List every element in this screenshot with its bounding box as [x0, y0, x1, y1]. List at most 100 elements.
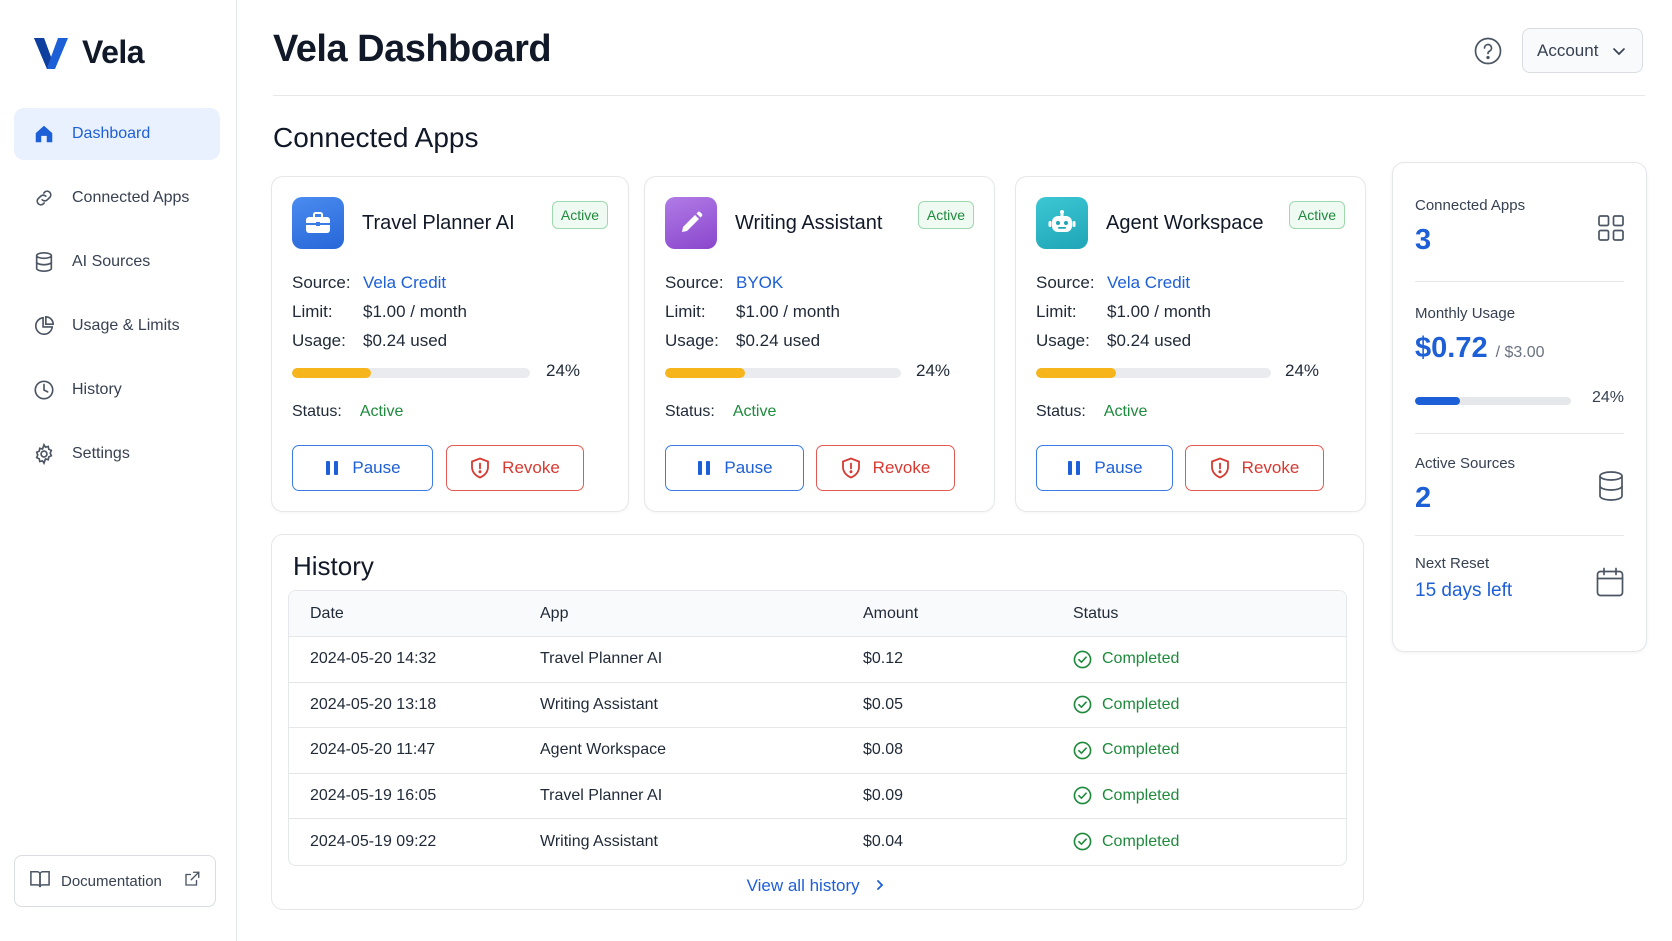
revoke-label: Revoke [502, 458, 560, 477]
cell-amount: $0.08 [863, 741, 904, 759]
usage-percent: 24% [1285, 361, 1320, 380]
sidebar-item-label: History [72, 381, 122, 398]
account-dropdown[interactable]: Account [1522, 28, 1643, 73]
account-label: Account [1537, 40, 1599, 60]
sidebar-item-history[interactable]: History [14, 364, 220, 416]
revoke-button[interactable]: Revoke [816, 445, 955, 491]
sidebar-item-connected-apps[interactable]: Connected Apps [14, 172, 220, 224]
summary-label: Monthly Usage [1415, 305, 1516, 322]
status-value: Active [359, 403, 404, 420]
app-card: Travel Planner AI Active Source: Vela Cre… [271, 176, 629, 512]
table-row[interactable]: 2024-05-20 13:18 Writing Assistant $0.05 Co… [289, 683, 1346, 728]
source-link[interactable]: BYOK [736, 273, 783, 293]
summary-divider [1415, 281, 1624, 282]
check-circle-icon [1073, 741, 1092, 760]
chevron-down-icon [1612, 41, 1626, 61]
help-icon[interactable] [1474, 37, 1502, 65]
view-all-label: View all history [746, 876, 860, 895]
sidebar-item-label: Connected Apps [72, 189, 190, 206]
cell-amount: $0.12 [863, 650, 904, 668]
usage-percent: 24% [546, 361, 581, 380]
column-header-date: Date [310, 604, 344, 622]
usage-progress-fill [665, 368, 746, 378]
status-label: Status: [1036, 403, 1086, 420]
status-badge: Active [1288, 201, 1345, 229]
page-title: Vela Dashboard [273, 28, 552, 70]
sidebar-item-usage-limits[interactable]: Usage & Limits [14, 300, 220, 352]
sidebar-item-settings[interactable]: Settings [14, 428, 220, 480]
usage-value: $0.24 used [1107, 330, 1192, 350]
pause-label: Pause [1094, 458, 1143, 477]
cell-date: 2024-05-20 11:47 [310, 741, 436, 759]
summary-divider [1415, 535, 1624, 536]
status-completed: Completed [1102, 741, 1180, 759]
monthly-usage-cap: / $3.00 [1495, 344, 1545, 361]
clock-icon [32, 378, 56, 402]
sidebar: Vela Dashboard Connected Apps AI Sources… [0, 0, 237, 941]
briefcase-icon [292, 197, 344, 249]
pause-label: Pause [724, 458, 773, 477]
sidebar-item-ai-sources[interactable]: AI Sources [14, 236, 220, 288]
app-name: Agent Workspace [1106, 211, 1264, 234]
summary-value: 3 [1415, 224, 1432, 256]
database-icon [1598, 471, 1624, 506]
table-row[interactable]: 2024-05-20 14:32 Travel Planner AI $0.12 Co… [289, 637, 1346, 683]
cell-date: 2024-05-19 09:22 [310, 832, 437, 850]
limit-value: $1.00 / month [736, 301, 840, 321]
summary-next-reset: Next Reset 15 days left [1415, 555, 1624, 602]
gear-icon [32, 442, 56, 466]
sidebar-item-dashboard[interactable]: Dashboard [14, 108, 220, 160]
brand-name: Vela [82, 34, 145, 70]
column-header-amount: Amount [863, 604, 919, 622]
table-row[interactable]: 2024-05-19 09:22 Writing Assistant $0.04 Co… [289, 819, 1346, 865]
usage-progress-fill [1036, 368, 1116, 378]
summary-connected-apps: Connected Apps 3 [1415, 197, 1624, 257]
status-badge: Active [551, 201, 608, 229]
source-label: Source: [665, 272, 724, 292]
cell-amount: $0.04 [863, 832, 904, 850]
status-label: Status: [292, 403, 342, 420]
view-all-history-link[interactable]: View all history [272, 876, 1363, 896]
table-row[interactable]: 2024-05-19 16:05 Travel Planner AI $0.09 Co… [289, 774, 1346, 819]
usage-label: Usage: [665, 330, 719, 350]
app-card: Agent Workspace Active Source: Vela Credi… [1015, 176, 1366, 512]
source-link[interactable]: Vela Credit [363, 273, 446, 293]
pause-label: Pause [352, 458, 401, 477]
table-row[interactable]: 2024-05-20 11:47 Agent Workspace $0.08 Comp… [289, 728, 1346, 774]
cell-date: 2024-05-19 16:05 [310, 786, 437, 804]
cell-amount: $0.05 [863, 695, 904, 713]
summary-value: 15 days left [1415, 580, 1513, 601]
limit-value: $1.00 / month [1107, 301, 1211, 321]
limit-label: Limit: [1036, 301, 1077, 321]
app-name: Writing Assistant [735, 211, 883, 234]
revoke-button[interactable]: Revoke [1185, 445, 1324, 491]
summary-value: $0.72 / $3.00 [1415, 332, 1624, 365]
chevron-right-icon [877, 880, 884, 890]
database-icon [32, 250, 56, 274]
cell-status: Completed [1073, 650, 1346, 669]
cell-date: 2024-05-20 14:32 [310, 650, 437, 668]
source-link[interactable]: Vela Credit [1107, 273, 1190, 293]
cell-app: Travel Planner AI [540, 786, 663, 804]
pause-button[interactable]: Pause [1036, 445, 1173, 491]
robot-icon [1036, 197, 1088, 249]
shield-alert-icon [1210, 457, 1229, 479]
pause-button[interactable]: Pause [665, 445, 804, 491]
pause-icon [326, 461, 339, 475]
pause-button[interactable]: Pause [292, 445, 433, 491]
summary-label: Connected Apps [1415, 197, 1526, 214]
documentation-link[interactable]: Documentation [14, 855, 216, 907]
brand-logo[interactable]: Vela [32, 34, 145, 71]
revoke-label: Revoke [872, 458, 931, 477]
monthly-usage-value: $0.72 [1415, 332, 1488, 364]
external-link-icon [183, 870, 201, 892]
revoke-button[interactable]: Revoke [446, 445, 584, 491]
summary-panel: Connected Apps 3 Monthly Usage $0.72 / $… [1392, 162, 1647, 652]
status-completed: Completed [1102, 832, 1180, 850]
revoke-label: Revoke [1241, 458, 1300, 477]
link-icon [32, 186, 56, 210]
cell-app: Writing Assistant [540, 695, 658, 713]
check-circle-icon [1073, 786, 1092, 805]
app-name: Travel Planner AI [362, 211, 515, 234]
status-badge: Active [917, 201, 974, 229]
